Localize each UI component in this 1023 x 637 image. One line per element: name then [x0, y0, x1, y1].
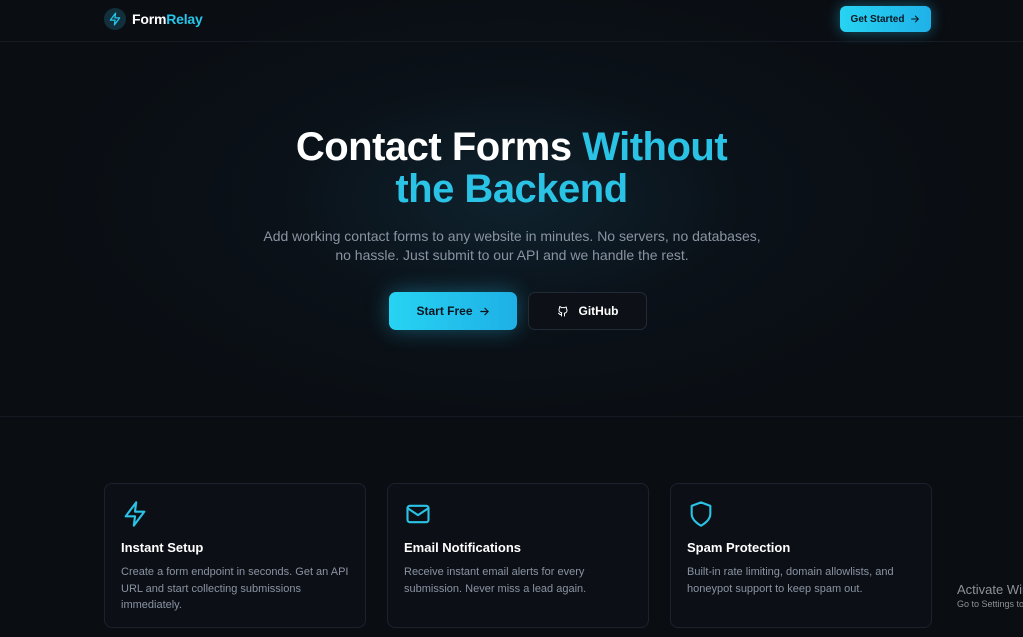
feature-card-email-notifications: Email Notifications Receive instant emai…: [387, 483, 649, 628]
feature-card-instant-setup: Instant Setup Create a form endpoint in …: [104, 483, 366, 628]
feature-description: Built-in rate limiting, domain allowlist…: [687, 566, 894, 595]
github-icon: [557, 306, 567, 317]
brand-name-part2: Relay: [166, 11, 203, 27]
start-free-button[interactable]: Start Free: [389, 292, 517, 330]
section-divider: [0, 416, 1023, 417]
shield-icon: [687, 500, 715, 528]
bolt-icon: [121, 500, 149, 528]
arrow-right-icon: [911, 15, 920, 23]
hero-title-accent-1: Without: [582, 125, 728, 169]
arrow-right-icon: [479, 307, 489, 315]
feature-title: Instant Setup: [121, 540, 204, 555]
bolt-icon: [104, 8, 126, 30]
feature-description: Create a form endpoint in seconds. Get a…: [121, 566, 349, 611]
landing-page: FormRelay Get Started Contact Forms With…: [0, 0, 1023, 637]
github-button[interactable]: GitHub: [528, 292, 647, 330]
watermark-line1: Activate Windows: [957, 582, 1023, 597]
feature-card-spam-protection: Spam Protection Built-in rate limiting, …: [670, 483, 932, 628]
brand-name: FormRelay: [132, 11, 203, 27]
brand-logo-link[interactable]: FormRelay: [104, 8, 203, 30]
hero-subtitle: Add working contact forms to any website…: [263, 228, 761, 263]
feature-description: Receive instant email alerts for every s…: [404, 566, 587, 595]
hero-title-accent-2: the Backend: [395, 167, 628, 211]
hero-title-white: Contact Forms: [295, 125, 583, 169]
feature-title: Email Notifications: [404, 540, 522, 555]
brand-name-part1: Form: [132, 11, 167, 27]
github-label: GitHub: [578, 304, 619, 318]
get-started-button[interactable]: Get Started: [840, 6, 931, 32]
top-navbar: FormRelay Get Started: [0, 0, 1023, 42]
hero-title: Contact Forms Without the Backend: [0, 126, 1023, 210]
windows-activation-watermark: Activate Windows Go to Settings to activ…: [957, 582, 1023, 611]
feature-title: Spam Protection: [687, 540, 791, 555]
watermark-line2: Go to Settings to activate Windows.: [957, 599, 1023, 609]
start-free-label: Start Free: [416, 304, 473, 318]
get-started-label: Get Started: [850, 13, 905, 25]
mail-icon: [404, 500, 432, 528]
